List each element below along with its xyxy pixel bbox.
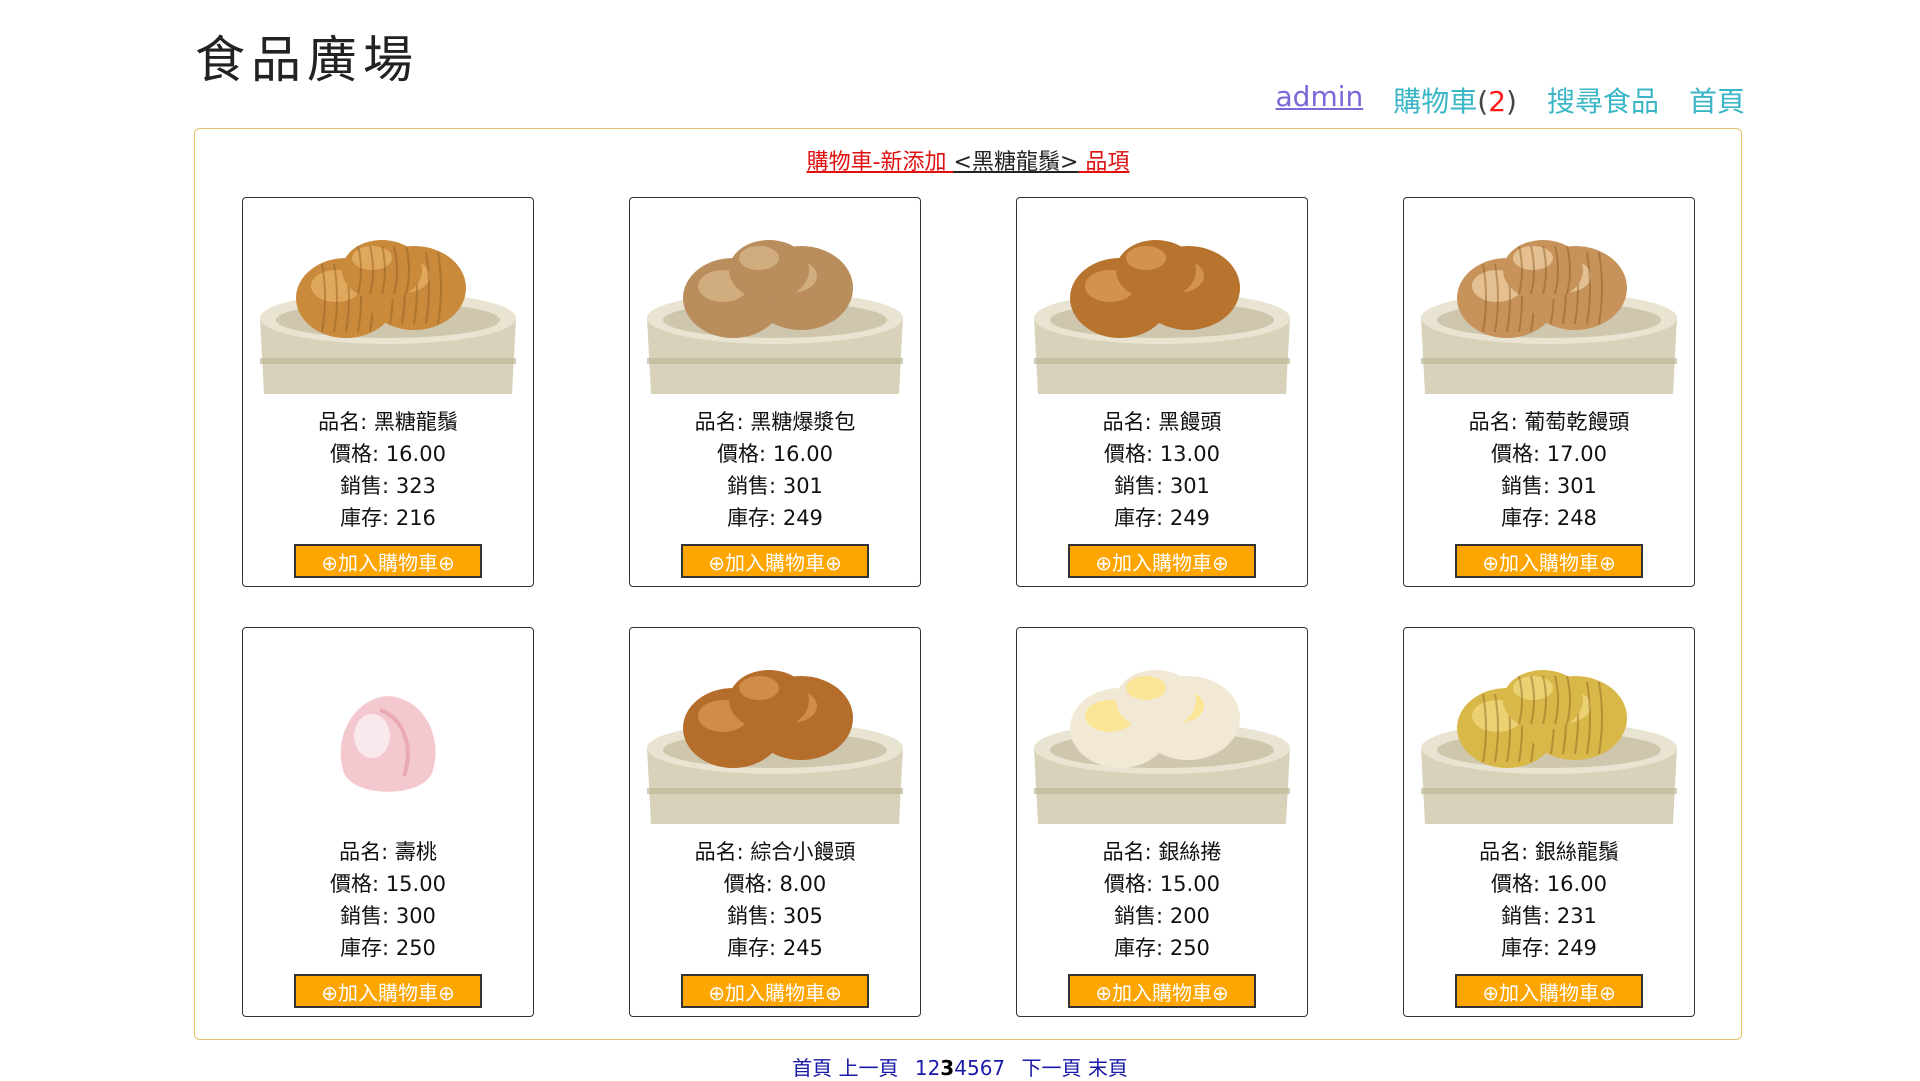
top-nav: admin 購物車(2) 搜尋食品 首頁 [1276, 80, 1745, 120]
product-price: 價格: 17.00 [1491, 442, 1607, 466]
site-title: 食品廣場 [195, 31, 419, 89]
product-info: 品名: 壽桃 價格: 15.00 銷售: 300 庫存: 250 [330, 836, 446, 964]
page-link-2[interactable]: 2 [928, 1056, 941, 1080]
notice-item: <黑糖龍鬚> [953, 150, 1079, 175]
notice-suffix: 品項 [1078, 150, 1130, 175]
next-page-link[interactable]: 下一頁 [1022, 1056, 1082, 1080]
product-image [254, 638, 522, 824]
product-stock: 庫存: 248 [1501, 506, 1597, 530]
product-stock: 庫存: 249 [1501, 936, 1597, 960]
product-name: 品名: 葡萄乾饅頭 [1468, 410, 1630, 434]
product-sales: 銷售: 301 [1501, 474, 1597, 498]
product-name: 品名: 綜合小饅頭 [694, 840, 856, 864]
home-link[interactable]: 首頁 [1689, 80, 1745, 120]
product-grid: 品名: 黑糖龍鬚 價格: 16.00 銷售: 323 庫存: 216 ⊕加入購物車⊕ 品名… [242, 197, 1702, 1017]
product-image [641, 638, 909, 824]
cart-paren-open: ( [1477, 85, 1489, 118]
page-link-7[interactable]: 7 [992, 1056, 1005, 1080]
add-to-cart-button[interactable]: ⊕加入購物車⊕ [294, 974, 482, 1008]
product-image [254, 208, 522, 394]
product-sales: 銷售: 300 [340, 904, 436, 928]
product-price: 價格: 15.00 [1104, 872, 1220, 896]
product-sales: 銷售: 305 [727, 904, 823, 928]
cart-paren-close: ) [1506, 85, 1517, 118]
add-to-cart-button[interactable]: ⊕加入購物車⊕ [1068, 974, 1256, 1008]
add-to-cart-button[interactable]: ⊕加入購物車⊕ [1068, 544, 1256, 578]
add-to-cart-button[interactable]: ⊕加入購物車⊕ [681, 544, 869, 578]
product-panel: 購物車-新添加 <黑糖龍鬚> 品項 品名: 黑糖龍鬚 價格: 16.00 銷售: 3… [194, 128, 1742, 1040]
cart-link[interactable]: 購物車(2) [1393, 80, 1517, 120]
product-image [1415, 208, 1683, 394]
product-info: 品名: 黑糖龍鬚 價格: 16.00 銷售: 323 庫存: 216 [318, 406, 458, 534]
add-to-cart-button[interactable]: ⊕加入購物車⊕ [1455, 544, 1643, 578]
cart-count: 2 [1488, 85, 1507, 118]
page-link-4[interactable]: 4 [954, 1056, 967, 1080]
product-stock: 庫存: 250 [1114, 936, 1210, 960]
product-card: 品名: 銀絲龍鬚 價格: 16.00 銷售: 231 庫存: 249 ⊕加入購物車⊕ [1403, 627, 1695, 1017]
product-stock: 庫存: 249 [727, 506, 823, 530]
product-image [641, 208, 909, 394]
search-food-link[interactable]: 搜尋食品 [1547, 80, 1659, 120]
product-card: 品名: 黑饅頭 價格: 13.00 銷售: 301 庫存: 249 ⊕加入購物車⊕ [1016, 197, 1308, 587]
product-name: 品名: 銀絲捲 [1102, 840, 1222, 864]
product-price: 價格: 16.00 [330, 442, 446, 466]
product-price: 價格: 15.00 [330, 872, 446, 896]
product-name: 品名: 銀絲龍鬚 [1479, 840, 1619, 864]
product-name: 品名: 壽桃 [339, 840, 437, 864]
product-name: 品名: 黑饅頭 [1102, 410, 1222, 434]
add-to-cart-button[interactable]: ⊕加入購物車⊕ [681, 974, 869, 1008]
last-page-link[interactable]: 末頁 [1088, 1056, 1128, 1080]
product-name: 品名: 黑糖爆漿包 [694, 410, 856, 434]
product-stock: 庫存: 245 [727, 936, 823, 960]
product-card: 品名: 葡萄乾饅頭 價格: 17.00 銷售: 301 庫存: 248 ⊕加入購物車⊕ [1403, 197, 1695, 587]
product-price: 價格: 13.00 [1104, 442, 1220, 466]
page-link-6[interactable]: 6 [980, 1056, 993, 1080]
notice-prefix: 購物車-新添加 [806, 150, 954, 175]
page-link-1[interactable]: 1 [915, 1056, 928, 1080]
product-price: 價格: 16.00 [1491, 872, 1607, 896]
product-sales: 銷售: 231 [1501, 904, 1597, 928]
pagination: 首頁 上一頁 1234567 下一頁 末頁 [0, 1052, 1920, 1081]
add-to-cart-button[interactable]: ⊕加入購物車⊕ [1455, 974, 1643, 1008]
page-link-3[interactable]: 3 [940, 1056, 954, 1080]
product-sales: 銷售: 200 [1114, 904, 1210, 928]
product-info: 品名: 黑糖爆漿包 價格: 16.00 銷售: 301 庫存: 249 [695, 406, 856, 534]
product-stock: 庫存: 216 [340, 506, 436, 530]
product-image [1028, 208, 1296, 394]
product-sales: 銷售: 301 [727, 474, 823, 498]
product-sales: 銷售: 301 [1114, 474, 1210, 498]
page-numbers: 1234567 [915, 1056, 1005, 1080]
product-name: 品名: 黑糖龍鬚 [318, 410, 458, 434]
product-info: 品名: 葡萄乾饅頭 價格: 17.00 銷售: 301 庫存: 248 [1469, 406, 1630, 534]
page-link-5[interactable]: 5 [967, 1056, 980, 1080]
product-price: 價格: 8.00 [723, 872, 827, 896]
product-image [1028, 638, 1296, 824]
product-info: 品名: 銀絲龍鬚 價格: 16.00 銷售: 231 庫存: 249 [1479, 836, 1619, 964]
product-stock: 庫存: 249 [1114, 506, 1210, 530]
product-card: 品名: 黑糖爆漿包 價格: 16.00 銷售: 301 庫存: 249 ⊕加入購物車⊕ [629, 197, 921, 587]
product-card: 品名: 銀絲捲 價格: 15.00 銷售: 200 庫存: 250 ⊕加入購物車⊕ [1016, 627, 1308, 1017]
product-card: 品名: 黑糖龍鬚 價格: 16.00 銷售: 323 庫存: 216 ⊕加入購物車⊕ [242, 197, 534, 587]
product-stock: 庫存: 250 [340, 936, 436, 960]
admin-link[interactable]: admin [1276, 80, 1364, 120]
add-to-cart-button[interactable]: ⊕加入購物車⊕ [294, 544, 482, 578]
cart-label: 購物車 [1393, 85, 1478, 118]
product-card: 品名: 壽桃 價格: 15.00 銷售: 300 庫存: 250 ⊕加入購物車⊕ [242, 627, 534, 1017]
product-image [1415, 638, 1683, 824]
product-info: 品名: 銀絲捲 價格: 15.00 銷售: 200 庫存: 250 [1103, 836, 1222, 964]
product-price: 價格: 16.00 [717, 442, 833, 466]
prev-page-link[interactable]: 上一頁 [838, 1056, 898, 1080]
cart-notice: 購物車-新添加 <黑糖龍鬚> 品項 [195, 144, 1741, 176]
product-sales: 銷售: 323 [340, 474, 436, 498]
first-page-link[interactable]: 首頁 [792, 1056, 832, 1080]
product-info: 品名: 黑饅頭 價格: 13.00 銷售: 301 庫存: 249 [1103, 406, 1222, 534]
product-card: 品名: 綜合小饅頭 價格: 8.00 銷售: 305 庫存: 245 ⊕加入購物車⊕ [629, 627, 921, 1017]
product-info: 品名: 綜合小饅頭 價格: 8.00 銷售: 305 庫存: 245 [695, 836, 856, 964]
